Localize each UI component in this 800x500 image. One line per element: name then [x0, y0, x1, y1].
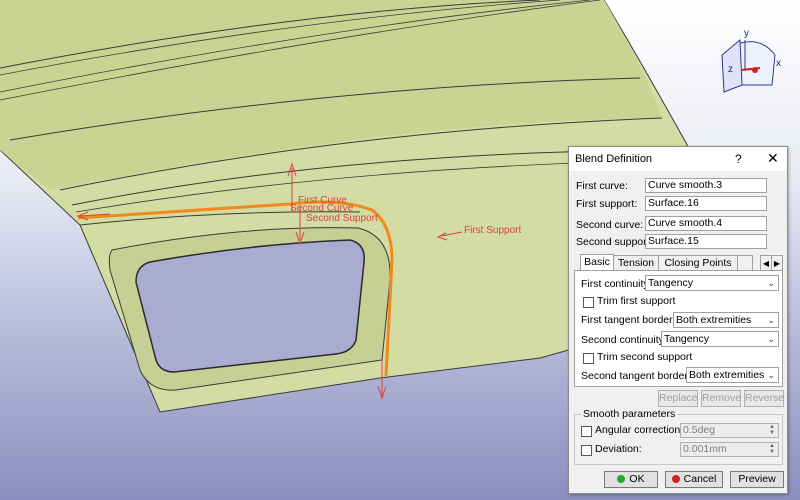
deviation-spinner[interactable]: 0.001mm ▲ ▼ — [680, 442, 779, 457]
second-support-field-label: Second support: — [576, 236, 653, 248]
window-opening — [135, 239, 365, 373]
cancel-button[interactable]: Cancel — [665, 471, 723, 488]
first-continuity-select[interactable]: Tangency ⌄ — [645, 275, 779, 291]
first-tangent-borders-value: Both extremities — [676, 314, 752, 326]
ok-button[interactable]: OK — [604, 471, 658, 488]
tab-tension[interactable]: Tension — [613, 255, 659, 271]
second-continuity-label: Second continuity: — [581, 334, 667, 346]
first-support-label: First Support — [464, 225, 522, 236]
dialog-titlebar[interactable]: Blend Definition ? ✕ — [569, 147, 787, 171]
close-icon[interactable]: ✕ — [767, 150, 779, 167]
dialog-title: Blend Definition — [575, 153, 653, 165]
first-support-field[interactable]: Surface.16 — [645, 196, 767, 211]
second-curve-field[interactable]: Curve smooth.4 — [645, 216, 767, 231]
first-support-field-label: First support: — [576, 198, 638, 210]
first-tangent-borders-select[interactable]: Both extremities ⌄ — [673, 312, 779, 328]
second-tangent-borders-value: Both extremities — [689, 369, 765, 381]
smooth-parameters-title: Smooth parameters — [581, 408, 678, 420]
cancel-label: Cancel — [683, 473, 717, 485]
second-support-field[interactable]: Surface.15 — [645, 234, 767, 249]
compass-x-label: x — [776, 58, 781, 69]
trim-first-support-label: Trim first support — [597, 295, 676, 307]
angular-correction-label: Angular correction: — [595, 424, 684, 436]
trim-second-support-label: Trim second support — [597, 351, 693, 363]
spinner-arrows-icon[interactable]: ▲ ▼ — [767, 424, 777, 437]
help-icon[interactable]: ? — [735, 152, 742, 166]
trim-first-support-checkbox[interactable] — [583, 297, 594, 308]
preview-button[interactable]: Preview — [730, 471, 784, 488]
chevron-down-icon: ⌄ — [767, 334, 775, 344]
angular-correction-checkbox[interactable] — [581, 426, 592, 437]
cancel-icon — [671, 475, 680, 483]
smooth-parameters-group: Smooth parameters Angular correction: 0.… — [574, 408, 783, 465]
replace-button[interactable]: Replace — [658, 390, 698, 407]
second-curve-field-label: Second curve: — [576, 219, 644, 231]
first-continuity-label: First continuity: — [581, 278, 652, 290]
chevron-down-icon: ⌄ — [767, 278, 775, 288]
chevron-down-icon: ⌄ — [767, 315, 775, 325]
second-tangent-borders-select[interactable]: Both extremities ⌄ — [686, 367, 779, 383]
tab-overflow — [737, 255, 753, 271]
second-support-label: Second Support — [306, 213, 378, 224]
ok-icon — [617, 475, 626, 483]
tab-scroll-right-icon[interactable]: ▶ — [771, 255, 783, 271]
compass-y-label: y — [744, 28, 749, 39]
first-tangent-borders-label: First tangent borders: — [581, 314, 681, 326]
compass-z-label: z — [728, 64, 733, 75]
angular-correction-spinner[interactable]: 0.5deg ▲ ▼ — [680, 423, 779, 438]
spinner-arrows-icon[interactable]: ▲ ▼ — [767, 443, 777, 456]
ok-label: OK — [629, 473, 645, 485]
tab-closing-points[interactable]: Closing Points — [658, 255, 738, 271]
first-curve-field-label: First curve: — [576, 180, 628, 192]
deviation-checkbox[interactable] — [581, 445, 592, 456]
tab-panel-basic: First continuity: Tangency ⌄ Trim first s… — [574, 270, 783, 387]
deviation-label: Deviation: — [595, 443, 642, 455]
remove-button[interactable]: Remove — [701, 390, 741, 407]
deviation-value: 0.001mm — [683, 443, 727, 455]
second-continuity-value: Tangency — [664, 333, 709, 345]
first-continuity-value: Tangency — [648, 277, 693, 289]
second-continuity-select[interactable]: Tangency ⌄ — [661, 331, 779, 347]
trim-second-support-checkbox[interactable] — [583, 353, 594, 364]
tab-basic[interactable]: Basic — [580, 254, 614, 271]
chevron-down-icon: ⌄ — [767, 370, 775, 380]
angular-correction-value: 0.5deg — [683, 424, 716, 436]
reverse-button[interactable]: Reverse — [744, 390, 784, 407]
blend-definition-dialog: Blend Definition ? ✕ First curve: Curve … — [568, 146, 788, 494]
second-tangent-borders-label: Second tangent borders: — [581, 370, 696, 382]
first-curve-field[interactable]: Curve smooth.3 — [645, 178, 767, 193]
